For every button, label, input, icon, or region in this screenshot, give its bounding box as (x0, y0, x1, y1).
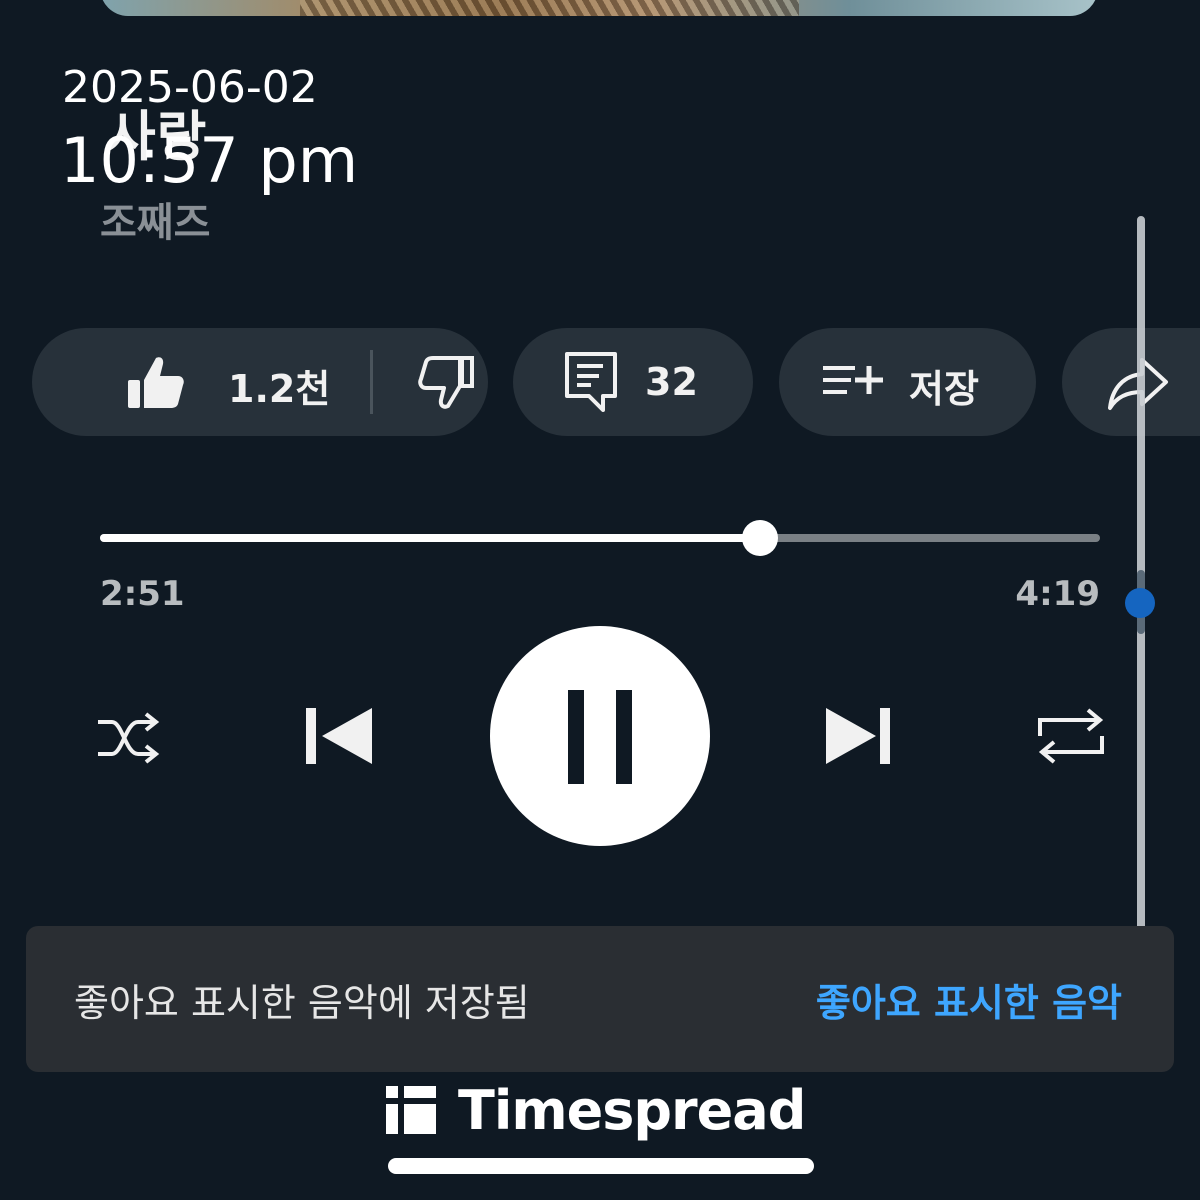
comment-count: 32 (645, 360, 698, 404)
comment-chip[interactable]: 32 (513, 328, 753, 436)
timespread-logo-icon (386, 1086, 436, 1134)
playlist-add-icon (821, 362, 887, 402)
elapsed-time: 2:51 (100, 574, 185, 614)
music-player-screen: 사랑 조째즈 2025-06-02 10:57 pm 1.2천 32 저장 2:… (0, 0, 1200, 1200)
timestamp-time: 10:57 pm (60, 124, 359, 197)
like-count: 1.2천 (228, 367, 331, 411)
share-chip[interactable] (1062, 328, 1200, 436)
skip-next-icon (826, 708, 890, 764)
skip-previous-icon (306, 708, 372, 764)
like-dislike-chip: 1.2천 (32, 328, 488, 436)
next-button[interactable] (824, 704, 896, 772)
snackbar-message: 좋아요 표시한 음악에 저장됨 (74, 981, 530, 1025)
shuffle-button[interactable] (96, 708, 162, 772)
save-chip[interactable]: 저장 (779, 328, 1036, 436)
scroll-position-dot[interactable] (1125, 588, 1155, 618)
home-indicator[interactable] (388, 1158, 814, 1174)
snackbar: 좋아요 표시한 음악에 저장됨 좋아요 표시한 음악 (26, 926, 1174, 1072)
timespread-watermark: Timespread (386, 1078, 806, 1142)
watermark-text: Timespread (458, 1078, 806, 1142)
shuffle-icon (98, 712, 160, 764)
thumbs-up-icon[interactable] (126, 354, 186, 410)
seek-bar[interactable] (100, 520, 1100, 556)
snackbar-action-link[interactable]: 좋아요 표시한 음악 (816, 972, 1122, 1027)
timestamp-date: 2025-06-02 (62, 62, 318, 113)
comment-icon (563, 350, 619, 414)
total-time: 4:19 (1015, 574, 1100, 614)
chip-divider (370, 350, 373, 414)
repeat-icon (1038, 708, 1104, 764)
seek-bar-progress (100, 534, 760, 542)
thumbs-down-icon[interactable] (414, 354, 474, 410)
pause-button[interactable] (490, 626, 710, 846)
previous-button[interactable] (300, 704, 376, 772)
repeat-button[interactable] (1036, 706, 1106, 770)
seek-bar-thumb[interactable] (742, 520, 778, 556)
album-art[interactable] (100, 0, 1098, 16)
save-label: 저장 (909, 367, 979, 411)
artist-name[interactable]: 조째즈 (100, 190, 210, 248)
